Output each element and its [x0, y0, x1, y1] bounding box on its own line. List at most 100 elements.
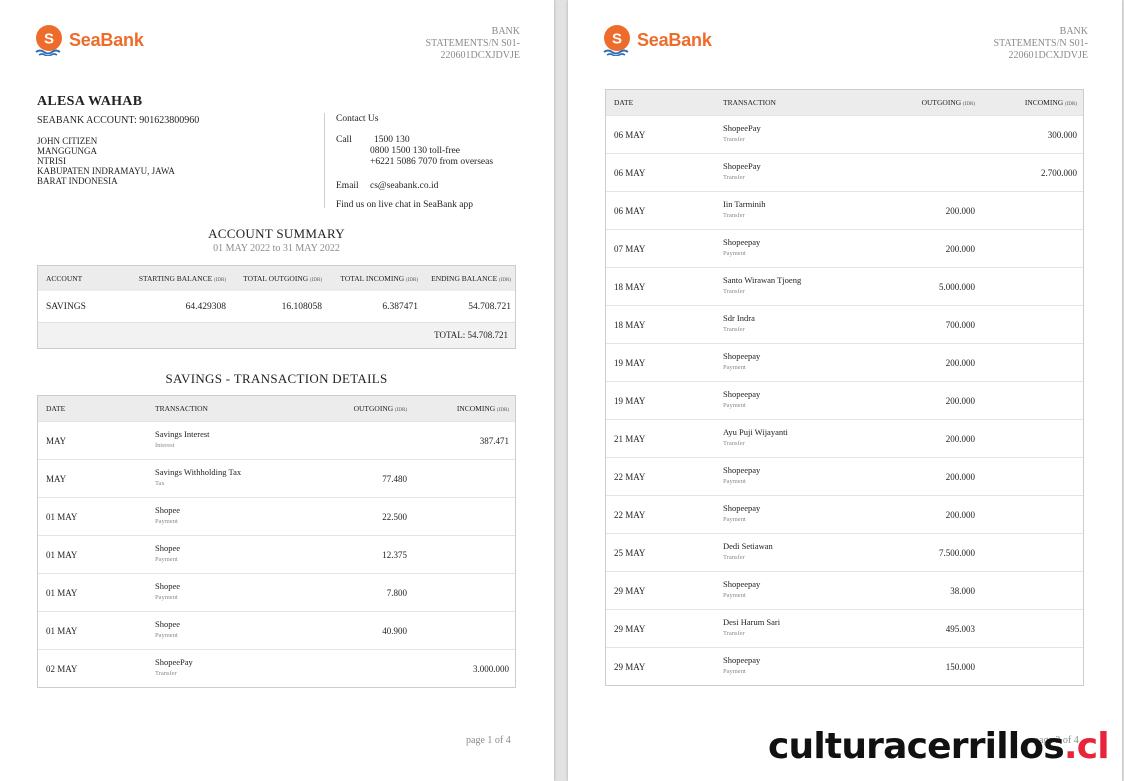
- transaction-row: 01 MAY Shopee Payment 40.900: [38, 611, 515, 649]
- statement-number: BANK STATEMENTS/N S01- 220601DCXJDVJE: [425, 26, 520, 61]
- transaction-outgoing: 38.000: [950, 585, 975, 596]
- email-link[interactable]: cs@seabank.co.id: [370, 181, 438, 192]
- account-summary-title: ACCOUNT SUMMARY: [208, 226, 345, 241]
- transaction-name: Savings Interest: [155, 429, 210, 439]
- statement-page-1: S SeaBank BANK STATEMENTS/N S01- 220601D…: [0, 0, 554, 781]
- transaction-date: 01 MAY: [46, 549, 78, 560]
- transaction-table-page-1: DATE TRANSACTION OUTGOING (IDR) INCOMING…: [37, 395, 516, 688]
- transaction-description: Shopee Payment: [155, 543, 295, 566]
- transaction-incoming: 3.000.000: [473, 663, 509, 674]
- summary-total: TOTAL: 54.708.721: [38, 323, 515, 348]
- svg-text:S: S: [612, 31, 622, 48]
- transaction-description: Shopeepay Payment: [723, 655, 863, 678]
- customer-account: SEABANK ACCOUNT: 901623800960: [37, 115, 200, 126]
- customer-address: JOHN CITIZEN MANGGUNGA NTRISI KABUPATEN …: [37, 136, 175, 186]
- transaction-row: 18 MAY Santo Wirawan Tjoeng Transfer 5.000.…: [606, 267, 1083, 305]
- transaction-date: 06 MAY: [614, 129, 646, 140]
- transaction-row: 22 MAY Shopeepay Payment 200.000: [606, 495, 1083, 533]
- seabank-logo: S SeaBank: [601, 24, 712, 56]
- transaction-header: DATE TRANSACTION OUTGOING (IDR) INCOMING…: [38, 396, 515, 421]
- transaction-date: 01 MAY: [46, 587, 78, 598]
- summary-header: ACCOUNT STARTING BALANCE (IDR) TOTAL OUT…: [38, 266, 515, 291]
- brand-name: SeaBank: [637, 29, 712, 50]
- transaction-row: 29 MAY Shopeepay Payment 150.000: [606, 647, 1083, 685]
- transaction-row: 19 MAY Shopeepay Payment 200.000: [606, 381, 1083, 419]
- transaction-outgoing: 7.500.000: [939, 547, 975, 558]
- transaction-outgoing: 40.900: [382, 625, 407, 636]
- transaction-description: Santo Wirawan Tjoeng Transfer: [723, 275, 863, 298]
- transaction-row: 06 MAY ShopeePay Transfer 300.000: [606, 115, 1083, 153]
- transaction-outgoing: 77.480: [382, 473, 407, 484]
- transaction-type: Transfer: [723, 630, 745, 637]
- transaction-name: Desi Harum Sari: [723, 617, 781, 627]
- transaction-type: Payment: [723, 364, 746, 371]
- transaction-type: Transfer: [155, 670, 177, 677]
- transaction-name: Shopeepay: [723, 503, 761, 513]
- transaction-type: Payment: [723, 592, 746, 599]
- transaction-name: Shopeepay: [723, 655, 761, 665]
- transaction-outgoing: 495.003: [945, 623, 975, 634]
- seabank-logo-icon: S: [35, 25, 62, 56]
- transaction-description: Shopeepay Payment: [723, 503, 863, 526]
- transaction-table-page-2: DATE TRANSACTION OUTGOING (IDR) INCOMING…: [605, 89, 1084, 686]
- transaction-name: Shopee: [155, 505, 181, 515]
- transaction-date: 29 MAY: [614, 585, 646, 596]
- transaction-name: ShopeePay: [723, 161, 761, 171]
- contact-chat: Find us on live chat in SeaBank app: [336, 200, 473, 210]
- transaction-row: MAY Savings Interest Interest 387.471: [38, 421, 515, 459]
- transaction-name: ShopeePay: [723, 123, 761, 133]
- transaction-type: Payment: [155, 632, 178, 639]
- transaction-outgoing: 200.000: [945, 357, 975, 368]
- contact-divider: [324, 113, 325, 208]
- summary-row: SAVINGS 64.429308 16.108058 6.387471 54.…: [38, 291, 515, 323]
- transaction-name: Santo Wirawan Tjoeng: [723, 275, 802, 285]
- transaction-row: 21 MAY Ayu Puji Wijayanti Transfer 200.000: [606, 419, 1083, 457]
- transaction-details-title: SAVINGS - TRANSACTION DETAILS: [165, 371, 388, 386]
- transaction-description: Sdr Indra Transfer: [723, 313, 863, 336]
- transaction-row: 19 MAY Shopeepay Payment 200.000: [606, 343, 1083, 381]
- transaction-outgoing: 200.000: [945, 471, 975, 482]
- transaction-description: ShopeePay Transfer: [723, 161, 863, 184]
- transaction-name: Shopeepay: [723, 389, 761, 399]
- transaction-row: 06 MAY Iin Tarminih Transfer 200.000: [606, 191, 1083, 229]
- transaction-row: 22 MAY Shopeepay Payment 200.000: [606, 457, 1083, 495]
- transaction-name: Iin Tarminih: [723, 199, 766, 209]
- transaction-name: Shopeepay: [723, 237, 761, 247]
- transaction-type: Payment: [723, 250, 746, 257]
- transaction-description: ShopeePay Transfer: [155, 657, 295, 680]
- seabank-logo: S SeaBank: [33, 24, 144, 56]
- transaction-name: Shopeepay: [723, 465, 761, 475]
- transaction-type: Transfer: [723, 174, 745, 181]
- transaction-incoming: 2.700.000: [1041, 167, 1077, 178]
- contact-us: Contact Us Call 1500 130 0800 1500 130 t…: [336, 114, 536, 211]
- transaction-description: Shopeepay Payment: [723, 389, 863, 412]
- transaction-date: MAY: [46, 435, 67, 446]
- transaction-type: Transfer: [723, 440, 745, 447]
- transaction-name: Shopeepay: [723, 579, 761, 589]
- transaction-date: 18 MAY: [614, 281, 646, 292]
- statement-page-2: S SeaBank BANK STATEMENTS/N S01- 220601D…: [568, 0, 1122, 781]
- transaction-description: Savings Withholding Tax Tax: [155, 467, 295, 490]
- transaction-date: 07 MAY: [614, 243, 646, 254]
- transaction-date: MAY: [46, 473, 67, 484]
- transaction-date: 06 MAY: [614, 205, 646, 216]
- transaction-type: Transfer: [723, 326, 745, 333]
- seabank-logo-icon: S: [603, 25, 630, 56]
- statement-number: BANK STATEMENTS/N S01- 220601DCXJDVJE: [993, 26, 1088, 61]
- transaction-row: 01 MAY Shopee Payment 7.800: [38, 573, 515, 611]
- customer-name: ALESA WAHAB: [37, 94, 143, 109]
- transaction-description: ShopeePay Transfer: [723, 123, 863, 146]
- transaction-outgoing: 200.000: [945, 243, 975, 254]
- page-number: page 1 of 4: [466, 735, 511, 746]
- transaction-incoming: 300.000: [1047, 129, 1077, 140]
- transaction-date: 18 MAY: [614, 319, 646, 330]
- transaction-date: 01 MAY: [46, 511, 78, 522]
- transaction-date: 01 MAY: [46, 625, 78, 636]
- transaction-type: Payment: [155, 518, 178, 525]
- transaction-outgoing: 200.000: [945, 205, 975, 216]
- transaction-description: Savings Interest Interest: [155, 429, 295, 452]
- transaction-header: DATE TRANSACTION OUTGOING (IDR) INCOMING…: [606, 90, 1083, 115]
- transaction-incoming: 387.471: [479, 435, 509, 446]
- transaction-name: Shopee: [155, 581, 181, 591]
- transaction-description: Shopeepay Payment: [723, 579, 863, 602]
